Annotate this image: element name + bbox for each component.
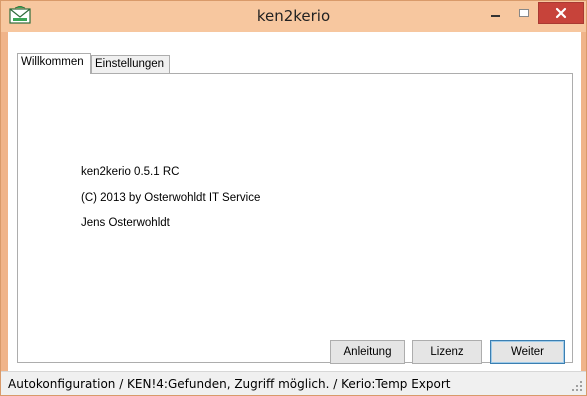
status-text: Autokonfiguration / KEN!4:Gefunden, Zugr… [8,377,451,391]
tab-panel-willkommen: ken2kerio 0.5.1 RC (C) 2013 by Osterwohl… [17,73,573,364]
version-text: ken2kerio 0.5.1 RC [81,166,180,178]
weiter-button[interactable]: Weiter [490,340,565,364]
title-bar[interactable]: ken2kerio [1,1,586,32]
client-area: Willkommen Einstellungen ken2kerio 0.5.1… [8,32,581,371]
status-bar: Autokonfiguration / KEN!4:Gefunden, Zugr… [1,371,586,395]
copyright-text: (C) 2013 by Osterwohldt IT Service [81,192,261,204]
resize-grip-icon[interactable] [572,381,582,391]
close-button[interactable] [538,2,584,24]
minimize-icon [491,15,500,17]
minimize-button[interactable] [482,2,509,24]
author-text: Jens Osterwohldt [81,217,170,229]
anleitung-button[interactable]: Anleitung [330,340,405,364]
tab-willkommen[interactable]: Willkommen [17,53,91,74]
maximize-icon [518,9,529,17]
close-icon [555,7,567,19]
lizenz-button[interactable]: Lizenz [412,340,482,364]
application-window: ken2kerio Willkommen Einstellungen ken2k… [0,0,587,396]
maximize-button[interactable] [510,2,537,24]
tab-einstellungen[interactable]: Einstellungen [91,55,170,73]
